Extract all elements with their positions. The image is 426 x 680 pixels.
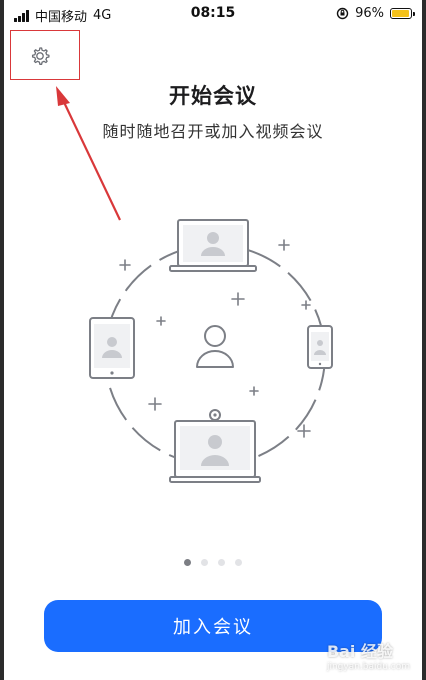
settings-button[interactable] [10,30,80,80]
page-dot[interactable] [218,559,225,566]
meeting-illustration [89,219,333,483]
watermark-brand: Bai 经验 [326,642,393,661]
status-bar: 中国移动 4G 08:15 96% [0,0,426,28]
user-icon [196,325,234,368]
page-title: 开始会议 [169,84,257,108]
page-dot[interactable] [184,559,191,566]
watermark-url: jingyan.baidu.com [326,662,410,672]
phone-icon [307,325,333,369]
battery-percent: 96% [355,6,384,21]
gear-icon [31,47,50,65]
orientation-lock-icon [336,7,349,20]
page-dot[interactable] [235,559,242,566]
room-system-icon [169,409,261,483]
battery-icon [390,8,415,19]
page-subtitle: 随时随地召开或加入视频会议 [102,122,324,141]
tablet-icon [89,317,135,379]
page-dot[interactable] [201,559,208,566]
laptop-icon [169,219,257,272]
baidu-watermark: Bai 经验 jingyan.baidu.com [327,638,410,672]
battery-fill [392,10,410,17]
status-right: 96% [336,6,415,21]
page-indicator[interactable] [0,559,426,566]
